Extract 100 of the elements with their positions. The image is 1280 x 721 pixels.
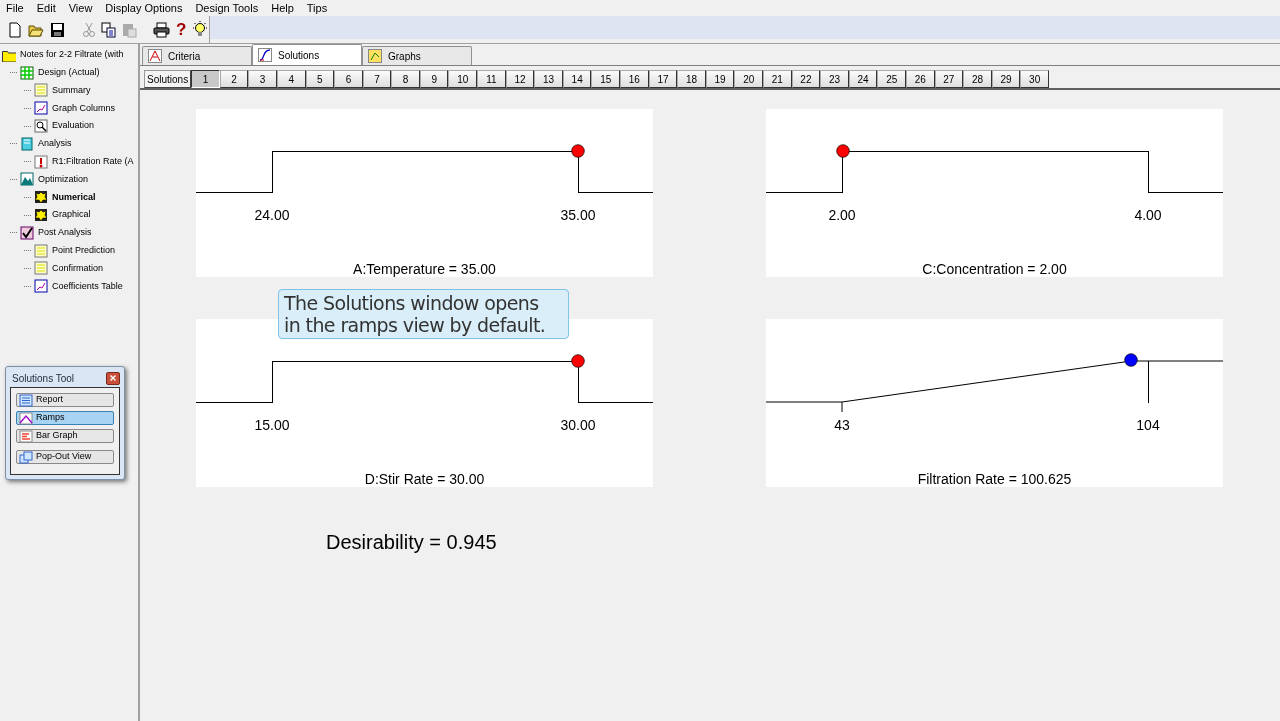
curve-icon: [258, 48, 272, 62]
desirability-value: Desirability = 0.945: [326, 530, 497, 555]
tab[interactable]: Criteria: [142, 46, 252, 65]
sheet-icon: [34, 83, 48, 98]
check-icon: [20, 225, 34, 240]
lightbulb-icon[interactable]: [192, 21, 209, 38]
solution-button[interactable]: 25: [877, 70, 906, 88]
tool-button[interactable]: Report: [16, 393, 114, 407]
high-value: 35.00: [560, 206, 596, 225]
solution-button[interactable]: 13: [534, 70, 563, 88]
tree-item[interactable]: Summary: [51, 83, 92, 98]
low-value: 2.00: [828, 206, 856, 225]
tool-button[interactable]: Pop-Out View: [16, 450, 114, 464]
solution-button[interactable]: 28: [963, 70, 992, 88]
solution-button[interactable]: 30: [1020, 70, 1049, 88]
plot-icon: [34, 279, 48, 294]
solution-button[interactable]: 18: [677, 70, 706, 88]
ramp-title: Filtration Rate = 100.625: [917, 470, 1072, 489]
tree-item[interactable]: Coefficients Table: [51, 279, 124, 293]
solution-button[interactable]: 11: [477, 70, 506, 88]
tree-item[interactable]: Optimization: [37, 172, 90, 187]
solution-button[interactable]: 15: [591, 70, 621, 88]
solution-button[interactable]: 14: [562, 70, 592, 88]
magnifier-icon: [34, 119, 48, 134]
tree-item[interactable]: Design (Actual): [37, 65, 101, 80]
solution-button[interactable]: 7: [362, 70, 392, 88]
new-file-icon[interactable]: [8, 21, 22, 38]
solution-button[interactable]: 8: [391, 70, 420, 88]
tool-button[interactable]: Ramps: [16, 411, 114, 425]
book-icon: [20, 136, 34, 151]
tree-item[interactable]: Post Analysis: [37, 226, 93, 240]
grid-icon: [20, 65, 34, 80]
menu-item[interactable]: Design Tools: [195, 0, 259, 17]
solution-button[interactable]: 21: [763, 70, 792, 88]
ramp-title: A:Temperature = 35.00: [353, 260, 496, 279]
solution-button[interactable]: 3: [248, 70, 277, 88]
tab[interactable]: Graphs: [362, 46, 472, 65]
solution-button[interactable]: 27: [934, 70, 964, 88]
star-icon: [34, 208, 48, 223]
bar-chart-icon: [19, 429, 33, 443]
tree-item[interactable]: Numerical: [51, 190, 97, 204]
solution-button[interactable]: 17: [648, 70, 678, 88]
solution-button[interactable]: 19: [705, 70, 735, 88]
menu-item[interactable]: File: [6, 0, 24, 17]
high-value: 30.00: [560, 416, 596, 435]
chart-icon: [368, 49, 382, 63]
low-value: 43: [834, 416, 850, 435]
solution-button[interactable]: 5: [305, 70, 335, 88]
solution-button[interactable]: 26: [906, 70, 935, 88]
solution-button[interactable]: 12: [505, 70, 535, 88]
low-value: 15.00: [254, 416, 290, 435]
close-icon: [110, 375, 116, 381]
menu-item[interactable]: Edit: [36, 0, 56, 17]
star-icon: [34, 190, 48, 205]
solution-button[interactable]: 22: [791, 70, 821, 88]
menu-item[interactable]: Help: [271, 0, 294, 17]
tree-item[interactable]: Confirmation: [51, 261, 105, 276]
windows-icon: [19, 450, 33, 464]
solution-button[interactable]: 4: [276, 70, 306, 88]
solution-button[interactable]: 29: [991, 70, 1021, 88]
mountain-icon: [20, 172, 34, 187]
menu-item[interactable]: View: [68, 0, 93, 17]
tree-item[interactable]: Graphical: [51, 208, 92, 222]
tree-item[interactable]: Notes for 2-2 Filtrate (with: [19, 48, 125, 62]
close-button[interactable]: [106, 371, 120, 385]
tree-item[interactable]: R1:Filtration Rate (A: [51, 154, 135, 169]
tab[interactable]: Solutions: [252, 44, 362, 65]
menu-item[interactable]: Display Options: [105, 0, 183, 17]
solutions-label: Solutions: [144, 70, 192, 88]
sheet-icon: [34, 261, 48, 276]
solution-button[interactable]: 10: [448, 70, 478, 88]
tree-item[interactable]: Point Prediction: [51, 243, 117, 258]
menu-item[interactable]: Tips: [306, 0, 328, 17]
tree-item[interactable]: Evaluation: [51, 119, 96, 133]
gauge-icon: [34, 154, 48, 169]
low-value: 24.00: [254, 206, 290, 225]
high-value: 104: [1136, 416, 1160, 435]
solution-button[interactable]: 24: [848, 70, 878, 88]
plot-icon: [34, 101, 48, 116]
ramp-icon: [19, 411, 33, 425]
solution-button[interactable]: 1: [191, 70, 220, 88]
copy-icon[interactable]: [101, 21, 116, 38]
tool-button[interactable]: Bar Graph: [16, 429, 114, 443]
solution-button[interactable]: 2: [219, 70, 249, 88]
solution-button[interactable]: 20: [734, 70, 763, 88]
printer-icon[interactable]: [153, 21, 170, 38]
high-value: 4.00: [1134, 206, 1162, 225]
ramp-title: C:Concentration = 2.00: [922, 260, 1067, 279]
list-icon: [19, 393, 33, 407]
ramp-title: D:Stir Rate = 30.00: [364, 470, 485, 489]
solution-button[interactable]: 6: [334, 70, 363, 88]
sheet-icon: [34, 243, 48, 258]
solution-button[interactable]: 9: [419, 70, 449, 88]
window-title: Solutions Tool: [12, 371, 75, 386]
solution-button[interactable]: 23: [820, 70, 849, 88]
tree-item[interactable]: Analysis: [37, 137, 73, 151]
solution-button[interactable]: 16: [620, 70, 649, 88]
tree-item[interactable]: Graph Columns: [51, 101, 117, 116]
save-icon[interactable]: [50, 21, 65, 38]
help-button[interactable]: ?: [176, 21, 187, 38]
